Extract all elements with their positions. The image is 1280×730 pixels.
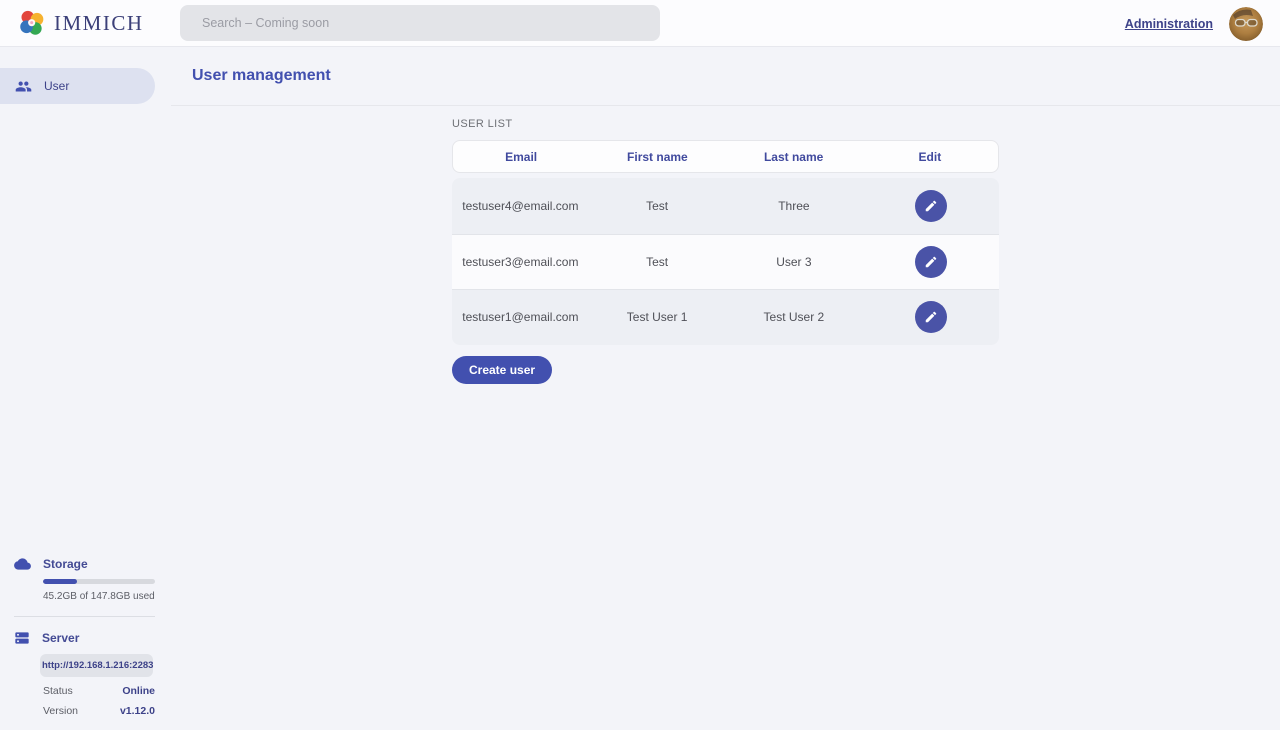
storage-progress-fill <box>43 579 77 584</box>
edit-user-button[interactable] <box>915 190 947 222</box>
version-label: Version <box>43 705 78 717</box>
pencil-icon <box>924 199 938 213</box>
sidebar-divider <box>14 616 155 617</box>
create-user-button[interactable]: Create user <box>452 356 552 384</box>
storage-usage: 45.2GB of 147.8GB used <box>43 591 155 602</box>
cell-last-name: Test User 2 <box>726 310 863 324</box>
brand-title: IMMICH <box>54 11 144 36</box>
server-icon <box>14 630 30 646</box>
server-status-row: Status Online <box>43 685 155 697</box>
cell-first-name: Test <box>589 255 726 269</box>
user-list-label: USER LIST <box>452 118 999 130</box>
app-navbar: IMMICH Administration <box>0 0 1280 47</box>
edit-user-button[interactable] <box>915 246 947 278</box>
users-icon <box>15 78 32 95</box>
user-avatar[interactable] <box>1229 7 1263 41</box>
cell-last-name: Three <box>726 199 863 213</box>
status-value: Online <box>122 685 155 697</box>
user-table-header: Email First name Last name Edit <box>452 140 999 173</box>
header-cell-first-name: First name <box>589 150 725 164</box>
version-value: v1.12.0 <box>120 705 155 717</box>
search-input[interactable] <box>180 5 660 41</box>
page-title: User management <box>192 67 331 85</box>
app-logo: IMMICH <box>17 8 144 38</box>
cell-first-name: Test <box>589 199 726 213</box>
storage-title: Storage <box>43 557 88 571</box>
storage-widget: Storage 45.2GB of 147.8GB used <box>14 555 155 602</box>
pencil-icon <box>924 255 938 269</box>
cell-email: testuser4@email.com <box>452 199 589 213</box>
user-table-body: testuser4@email.com Test Three testuser3… <box>452 178 999 345</box>
sidebar: User Storage 45.2GB of 147.8GB used <box>0 47 171 730</box>
table-row: testuser4@email.com Test Three <box>452 178 999 234</box>
header-cell-email: Email <box>453 150 589 164</box>
edit-user-button[interactable] <box>915 301 947 333</box>
cell-email: testuser3@email.com <box>452 255 589 269</box>
pencil-icon <box>924 310 938 324</box>
sidebar-item-users[interactable]: User <box>0 68 155 104</box>
sidebar-item-label: User <box>44 79 69 93</box>
cell-first-name: Test User 1 <box>589 310 726 324</box>
administration-link[interactable]: Administration <box>1125 17 1213 31</box>
header-cell-edit: Edit <box>862 150 998 164</box>
cloud-icon <box>14 557 31 571</box>
user-list-section: USER LIST Email First name Last name Edi… <box>452 106 999 384</box>
cell-last-name: User 3 <box>726 255 863 269</box>
storage-progress <box>43 579 155 584</box>
server-url-badge: http://192.168.1.216:2283 <box>40 654 153 677</box>
server-version-row: Version v1.12.0 <box>43 705 155 717</box>
sidebar-widgets: Storage 45.2GB of 147.8GB used Serv <box>14 555 155 717</box>
immich-flower-icon <box>17 8 47 38</box>
server-title: Server <box>42 631 79 645</box>
main-panel: User management USER LIST Email First na… <box>171 47 1280 730</box>
status-label: Status <box>43 685 73 697</box>
table-row: testuser3@email.com Test User 3 <box>452 234 999 290</box>
table-row: testuser1@email.com Test User 1 Test Use… <box>452 289 999 345</box>
title-bar: User management <box>171 47 1280 106</box>
cell-email: testuser1@email.com <box>452 310 589 324</box>
navbar-right: Administration <box>1125 0 1263 47</box>
server-widget: Server http://192.168.1.216:2283 Status … <box>14 629 155 717</box>
header-cell-last-name: Last name <box>726 150 862 164</box>
